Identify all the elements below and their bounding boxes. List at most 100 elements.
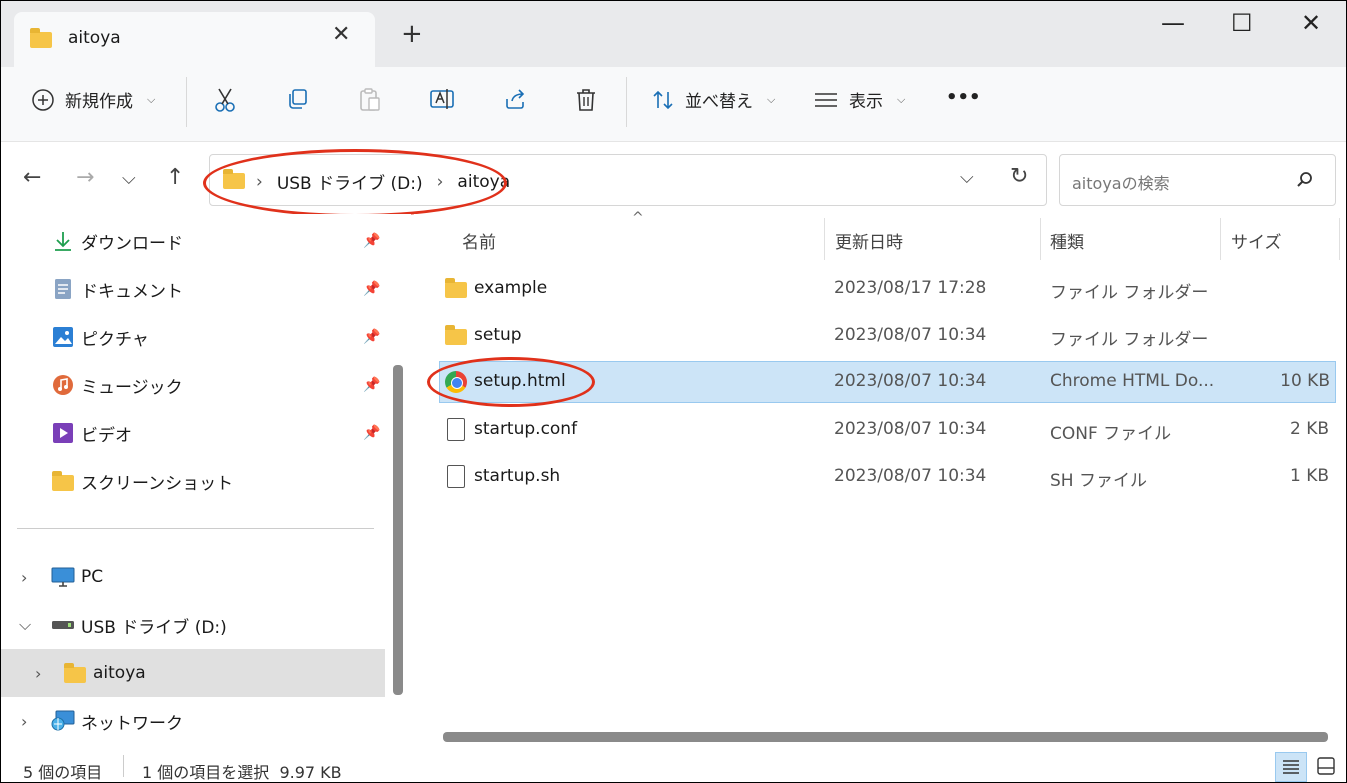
sidebar-divider: [17, 528, 374, 529]
copy-button[interactable]: [286, 87, 310, 111]
rename-button[interactable]: [429, 87, 455, 111]
paste-button[interactable]: [358, 87, 382, 113]
breadcrumb: › USB ドライブ (D:) › aitoya: [256, 169, 510, 195]
file-size: 10 KB: [1280, 371, 1330, 391]
command-bar: 新規作成 ⌵ 並べ替え ⌵ 表示 ⌵ •••: [1, 67, 1346, 142]
share-button[interactable]: [503, 87, 527, 111]
sidebar-item-documents[interactable]: ドキュメント 📌: [1, 267, 385, 311]
column-divider[interactable]: [1040, 218, 1041, 260]
file-row-setup[interactable]: setup 2023/08/07 10:34 ファイル フォルダー: [439, 316, 1334, 356]
up-arrow-icon[interactable]: ↑: [166, 165, 184, 190]
file-type: ファイル フォルダー: [1050, 330, 1209, 350]
file-name: setup.html: [474, 371, 566, 391]
sidebar-scrollbar[interactable]: [393, 365, 403, 695]
pin-icon[interactable]: 📌: [363, 281, 380, 297]
tab-title: aitoya: [68, 28, 121, 48]
sidebar-item-label: aitoya: [93, 663, 146, 683]
file-size: 1 KB: [1289, 466, 1329, 486]
file-name: example: [474, 278, 548, 298]
more-options-button[interactable]: •••: [946, 87, 981, 108]
view-button-label: 表示: [849, 92, 883, 112]
file-row-startup-sh[interactable]: startup.sh 2023/08/07 10:34 SH ファイル 1 KB: [439, 457, 1334, 497]
address-history-chevron-icon[interactable]: ⌵: [960, 167, 974, 188]
file-modified: 2023/08/17 17:28: [834, 278, 987, 298]
pin-icon[interactable]: 📌: [363, 425, 380, 441]
download-icon: [55, 232, 71, 251]
breadcrumb-usb-drive[interactable]: USB ドライブ (D:): [277, 169, 423, 194]
sort-button[interactable]: 並べ替え ⌵: [651, 87, 775, 112]
file-row-example[interactable]: example 2023/08/17 17:28 ファイル フォルダー: [439, 269, 1334, 309]
chevron-down-icon: ⌵: [897, 92, 906, 106]
sidebar-item-label: PC: [81, 567, 104, 587]
sidebar-item-videos[interactable]: ビデオ 📌: [1, 411, 385, 455]
column-header-name[interactable]: 名前: [462, 228, 496, 253]
forward-arrow-icon[interactable]: →: [76, 165, 94, 190]
tab-aitoya[interactable]: aitoya ✕: [14, 12, 375, 67]
search-input[interactable]: aitoyaの検索: [1072, 170, 1170, 194]
file-row-startup-conf[interactable]: startup.conf 2023/08/07 10:34 CONF ファイル …: [439, 410, 1334, 450]
file-size: 2 KB: [1289, 419, 1329, 439]
maximize-button[interactable]: ☐: [1231, 9, 1253, 37]
search-box[interactable]: aitoyaの検索: [1059, 154, 1336, 206]
details-view-icon: [1283, 760, 1299, 774]
file-row-setup-html[interactable]: setup.html 2023/08/07 10:34 Chrome HTML …: [439, 361, 1336, 403]
new-tab-button[interactable]: +: [401, 21, 423, 47]
breadcrumb-aitoya[interactable]: aitoya: [457, 172, 510, 192]
column-divider[interactable]: [1339, 218, 1340, 260]
network-icon: [51, 710, 75, 731]
share-icon: [506, 89, 525, 109]
column-header-type[interactable]: 種類: [1050, 228, 1084, 253]
close-window-button[interactable]: ✕: [1301, 9, 1321, 37]
chevron-down-icon: ⌵: [147, 92, 156, 106]
sidebar-item-usb-drive[interactable]: ⌵ USB ドライブ (D:): [1, 603, 385, 647]
search-icon: [1297, 172, 1312, 187]
sort-ascending-icon: ^: [632, 210, 644, 226]
chevron-right-icon[interactable]: ›: [21, 712, 27, 731]
sidebar-item-label: ビデオ: [81, 425, 132, 446]
address-bar[interactable]: › USB ドライブ (D:) › aitoya ⌵ ↻: [209, 154, 1047, 206]
horizontal-scrollbar[interactable]: [443, 732, 1328, 742]
view-button[interactable]: 表示 ⌵: [813, 87, 905, 112]
column-header-modified[interactable]: 更新日時: [835, 228, 903, 253]
tiles-view-button[interactable]: [1311, 752, 1341, 780]
chevron-right-icon[interactable]: ›: [21, 568, 27, 587]
tab-close-button[interactable]: ✕: [332, 22, 350, 47]
pin-icon[interactable]: 📌: [363, 377, 380, 393]
file-name: startup.conf: [474, 419, 578, 439]
sidebar-item-network[interactable]: › ネットワーク: [1, 699, 385, 743]
new-button[interactable]: 新規作成 ⌵: [31, 87, 155, 112]
folder-icon: [52, 471, 74, 491]
column-divider[interactable]: [824, 218, 825, 260]
column-divider[interactable]: [1220, 218, 1221, 260]
music-icon: [53, 375, 73, 395]
sidebar-item-music[interactable]: ミュージック 📌: [1, 363, 385, 407]
sidebar-item-downloads[interactable]: ダウンロード 📌: [1, 219, 385, 263]
sidebar-item-pictures[interactable]: ピクチャ 📌: [1, 315, 385, 359]
file-modified: 2023/08/07 10:34: [834, 419, 987, 439]
chevron-down-icon[interactable]: ⌵: [19, 615, 31, 635]
folder-icon: [64, 663, 86, 683]
sort-button-label: 並べ替え: [685, 92, 753, 112]
sidebar-item-label: USB ドライブ (D:): [81, 617, 227, 638]
sidebar-item-screenshots[interactable]: スクリーンショット: [1, 459, 385, 503]
scissors-icon: [215, 88, 235, 112]
pin-icon[interactable]: 📌: [363, 233, 380, 249]
file-type: SH ファイル: [1050, 471, 1147, 491]
sidebar-item-pc[interactable]: › PC: [1, 555, 385, 599]
cut-button[interactable]: [213, 87, 237, 113]
recent-locations-chevron-icon[interactable]: ⌵: [122, 168, 136, 189]
sort-icon: [653, 90, 673, 109]
back-arrow-icon[interactable]: ←: [23, 165, 41, 190]
sidebar-item-label: ドキュメント: [81, 281, 183, 302]
delete-button[interactable]: [574, 87, 598, 113]
status-bar: 5 個の項目 1 個の項目を選択 9.97 KB: [1, 749, 1346, 782]
refresh-icon[interactable]: ↻: [1010, 164, 1028, 189]
sidebar-item-label: ミュージック: [81, 377, 183, 398]
toolbar-divider: [626, 77, 627, 127]
minimize-button[interactable]: —: [1161, 9, 1185, 37]
chevron-right-icon[interactable]: ›: [35, 664, 41, 683]
pin-icon[interactable]: 📌: [363, 329, 380, 345]
column-header-size[interactable]: サイズ: [1231, 228, 1282, 253]
sidebar-item-aitoya[interactable]: › aitoya: [1, 649, 385, 697]
details-view-button[interactable]: [1275, 752, 1307, 782]
